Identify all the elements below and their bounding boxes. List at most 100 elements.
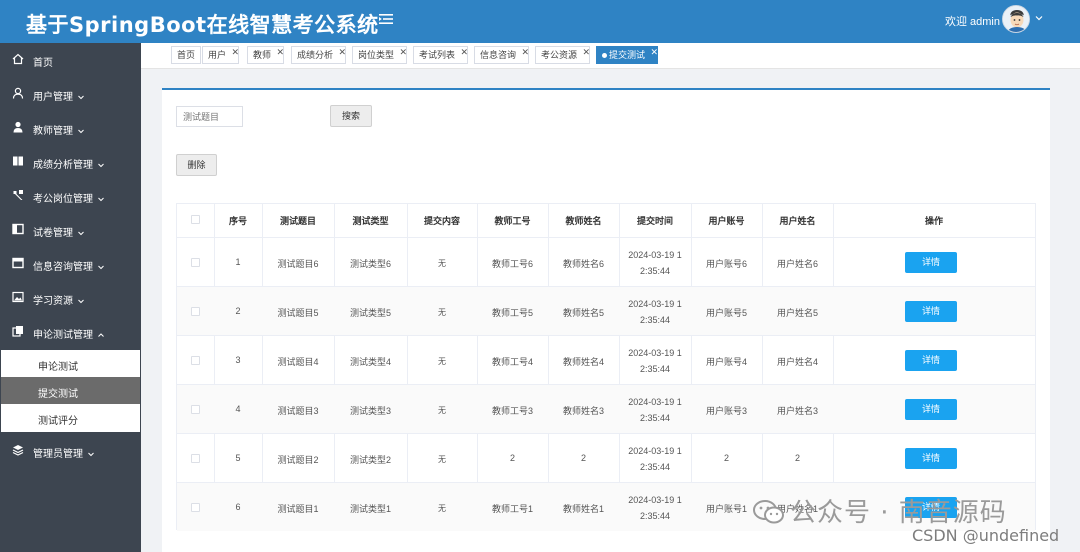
chevron-up-icon <box>98 333 104 338</box>
search-input[interactable] <box>176 106 243 127</box>
submenu-item-test-scoring[interactable]: 测试评分 <box>1 404 140 431</box>
tab-info-consulting[interactable]: 信息咨询 ✕ <box>474 44 530 64</box>
close-icon[interactable]: ✕ <box>521 44 529 60</box>
tab-label: 考公资源 <box>541 50 578 60</box>
sidebar-item-essay-test[interactable]: 申论测试管理 <box>0 316 141 348</box>
close-icon[interactable]: ✕ <box>399 44 407 60</box>
chevron-down-icon <box>98 164 104 168</box>
cell-index: 5 <box>235 453 241 463</box>
sidebar-item-users[interactable]: 用户管理 <box>0 78 141 110</box>
row-checkbox[interactable] <box>191 307 200 316</box>
time-line: 2024-03-19 1 <box>628 446 682 456</box>
table-row[interactable]: 5 测试题目2 测试类型2 无 2 2 2024-03-19 1 2:35:44 … <box>177 433 1035 482</box>
column-header-teacher-name[interactable]: 教师姓名 <box>548 214 619 227</box>
submenu-item-submit-test[interactable]: 提交测试 <box>1 377 140 404</box>
sidebar-item-label: 用户管理 <box>33 92 73 103</box>
cell-submit-time: 2024-03-19 1 2:35:44 <box>619 492 691 524</box>
cell-content: 无 <box>438 406 446 415</box>
select-all-checkbox[interactable] <box>191 215 200 224</box>
table-row[interactable]: 1 测试题目6 测试类型6 无 教师工号6 教师姓名6 2024-03-19 1… <box>177 237 1035 286</box>
time-line: 2:35:44 <box>639 511 671 521</box>
row-checkbox[interactable] <box>191 258 200 267</box>
close-icon[interactable]: ✕ <box>276 44 284 60</box>
menu-collapse-icon[interactable] <box>378 11 394 27</box>
table-row[interactable]: 3 测试题目4 测试类型4 无 教师工号4 教师姓名4 2024-03-19 1… <box>177 335 1035 384</box>
tab-home[interactable]: 首页 <box>171 46 202 64</box>
wechat-icon <box>753 500 784 524</box>
tab-exam-resources[interactable]: 考公资源 ✕ <box>535 44 591 64</box>
close-icon[interactable]: ✕ <box>650 44 658 60</box>
delete-button[interactable]: 删除 <box>176 154 217 176</box>
close-icon[interactable]: ✕ <box>460 44 468 60</box>
column-header-index[interactable]: 序号 <box>214 214 262 227</box>
user-dropdown-chevron-icon[interactable] <box>1034 13 1044 23</box>
sidebar-item-label: 成绩分析管理 <box>33 160 93 171</box>
time-line: 2024-03-19 1 <box>628 495 682 505</box>
close-icon[interactable]: ✕ <box>338 44 346 60</box>
column-header-teacher-id[interactable]: 教师工号 <box>477 214 548 227</box>
cell-submit-time: 2024-03-19 1 2:35:44 <box>619 394 691 426</box>
column-header-type[interactable]: 测试类型 <box>334 214 407 227</box>
sidebar-item-teachers[interactable]: 教师管理 <box>0 112 141 144</box>
sidebar-item-papers[interactable]: 试卷管理 <box>0 214 141 246</box>
tab-users[interactable]: 用户 ✕ <box>202 44 240 64</box>
cell-teacher-name: 教师姓名4 <box>562 357 604 367</box>
user-avatar[interactable] <box>1002 5 1030 33</box>
sidebar-item-label: 申论测试管理 <box>33 330 93 341</box>
sidebar-item-score-analysis[interactable]: 成绩分析管理 <box>0 146 141 178</box>
submenu-item-label: 提交测试 <box>38 389 78 400</box>
active-dot-icon <box>602 53 607 59</box>
sidebar-item-admins[interactable]: 管理员管理 <box>0 435 141 467</box>
cell-content: 无 <box>438 455 446 464</box>
detail-button[interactable]: 详情 <box>905 252 957 273</box>
tab-bar: 首页 用户 ✕ 教师 ✕ 成绩分析 ✕ 岗位类型 ✕ 考试列表 ✕ 信息咨询 ✕ 考公资源 ✕… <box>141 43 1080 69</box>
column-header-user-name[interactable]: 用户姓名 <box>762 214 833 227</box>
detail-button[interactable]: 详情 <box>905 350 957 371</box>
tab-label: 提交测试 <box>609 50 646 60</box>
submenu-item-essay-test[interactable]: 申论测试 <box>1 350 140 377</box>
column-header-title[interactable]: 测试题目 <box>262 214 334 227</box>
cell-teacher-name: 教师姓名5 <box>562 308 604 318</box>
sidebar-item-label: 试卷管理 <box>33 228 73 239</box>
tab-position-types[interactable]: 岗位类型 ✕ <box>352 44 408 64</box>
sidebar-item-home[interactable]: 首页 <box>0 44 141 76</box>
tab-label: 成绩分析 <box>297 50 334 60</box>
tab-score-analysis[interactable]: 成绩分析 ✕ <box>291 44 347 64</box>
column-header-submit-time[interactable]: 提交时间 <box>619 214 691 227</box>
cell-teacher-id: 2 <box>509 453 515 463</box>
cell-title: 测试题目5 <box>277 308 319 318</box>
chevron-down-icon <box>78 300 84 304</box>
detail-button[interactable]: 详情 <box>905 448 957 469</box>
cell-user-name: 用户姓名5 <box>776 308 818 318</box>
table-row[interactable]: 2 测试题目5 测试类型5 无 教师工号5 教师姓名5 2024-03-19 1… <box>177 286 1035 335</box>
tab-teachers[interactable]: 教师 ✕ <box>247 44 285 64</box>
row-checkbox[interactable] <box>191 405 200 414</box>
cell-type: 测试类型2 <box>349 455 391 465</box>
cell-submit-time: 2024-03-19 1 2:35:44 <box>619 345 691 377</box>
cell-teacher-id: 教师工号4 <box>491 357 533 367</box>
table-row[interactable]: 4 测试题目3 测试类型3 无 教师工号3 教师姓名3 2024-03-19 1… <box>177 384 1035 433</box>
detail-button[interactable]: 详情 <box>905 399 957 420</box>
sidebar-item-info-consulting[interactable]: 信息咨询管理 <box>0 248 141 280</box>
time-line: 2:35:44 <box>639 266 671 276</box>
column-header-content[interactable]: 提交内容 <box>407 214 477 227</box>
tools-icon <box>13 190 23 200</box>
row-checkbox[interactable] <box>191 356 200 365</box>
column-header-account[interactable]: 用户账号 <box>691 214 762 227</box>
welcome-text: 欢迎 admin <box>944 16 1000 28</box>
close-icon[interactable]: ✕ <box>231 44 239 60</box>
cell-account: 用户账号4 <box>705 357 747 367</box>
close-icon[interactable]: ✕ <box>582 44 590 60</box>
tab-submit-test[interactable]: 提交测试 ✕ <box>596 44 659 64</box>
sidebar-item-learning-resources[interactable]: 学习资源 <box>0 282 141 314</box>
row-checkbox[interactable] <box>191 454 200 463</box>
search-button[interactable]: 搜索 <box>330 105 372 127</box>
row-checkbox[interactable] <box>191 503 200 512</box>
tab-exam-list[interactable]: 考试列表 ✕ <box>413 44 469 64</box>
cell-user-name: 用户姓名4 <box>776 357 818 367</box>
sidebar-item-positions[interactable]: 考公岗位管理 <box>0 180 141 212</box>
cell-teacher-id: 教师工号1 <box>491 504 533 514</box>
cell-title: 测试题目6 <box>277 259 319 269</box>
stack-icon <box>12 445 24 456</box>
detail-button[interactable]: 详情 <box>905 301 957 322</box>
